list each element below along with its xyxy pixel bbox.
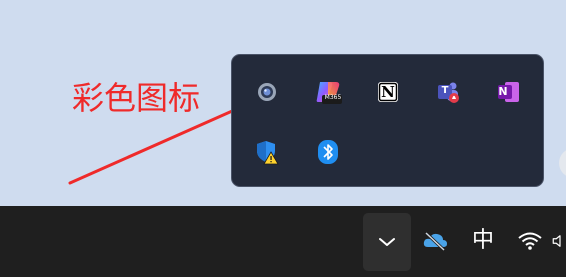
volume-icon[interactable]	[551, 230, 566, 252]
notion-icon[interactable]: N	[370, 74, 406, 110]
teams-letter: T	[441, 85, 449, 96]
teams-icon[interactable]: T	[430, 74, 466, 110]
onenote-letter: N	[498, 85, 508, 98]
webcam-icon[interactable]	[249, 74, 285, 110]
wifi-icon[interactable]	[517, 230, 543, 252]
onedrive-cloud-off-icon[interactable]	[422, 228, 448, 254]
show-hidden-icons-button[interactable]	[363, 213, 411, 271]
m365-badge-text: M365	[324, 94, 342, 101]
partial-circle-button	[559, 148, 566, 178]
onenote-icon[interactable]: N	[490, 74, 526, 110]
annotation-label: 彩色图标	[72, 79, 201, 117]
windows-security-warning-icon[interactable]	[249, 134, 285, 170]
tray-overflow-flyout: M365 N T N	[231, 54, 544, 187]
bluetooth-icon[interactable]	[310, 134, 346, 170]
notion-letter: N	[381, 83, 395, 101]
chevron-down-icon	[379, 238, 395, 246]
microsoft-365-copilot-icon[interactable]: M365	[310, 74, 346, 110]
input-method-indicator[interactable]: 中	[469, 226, 497, 256]
